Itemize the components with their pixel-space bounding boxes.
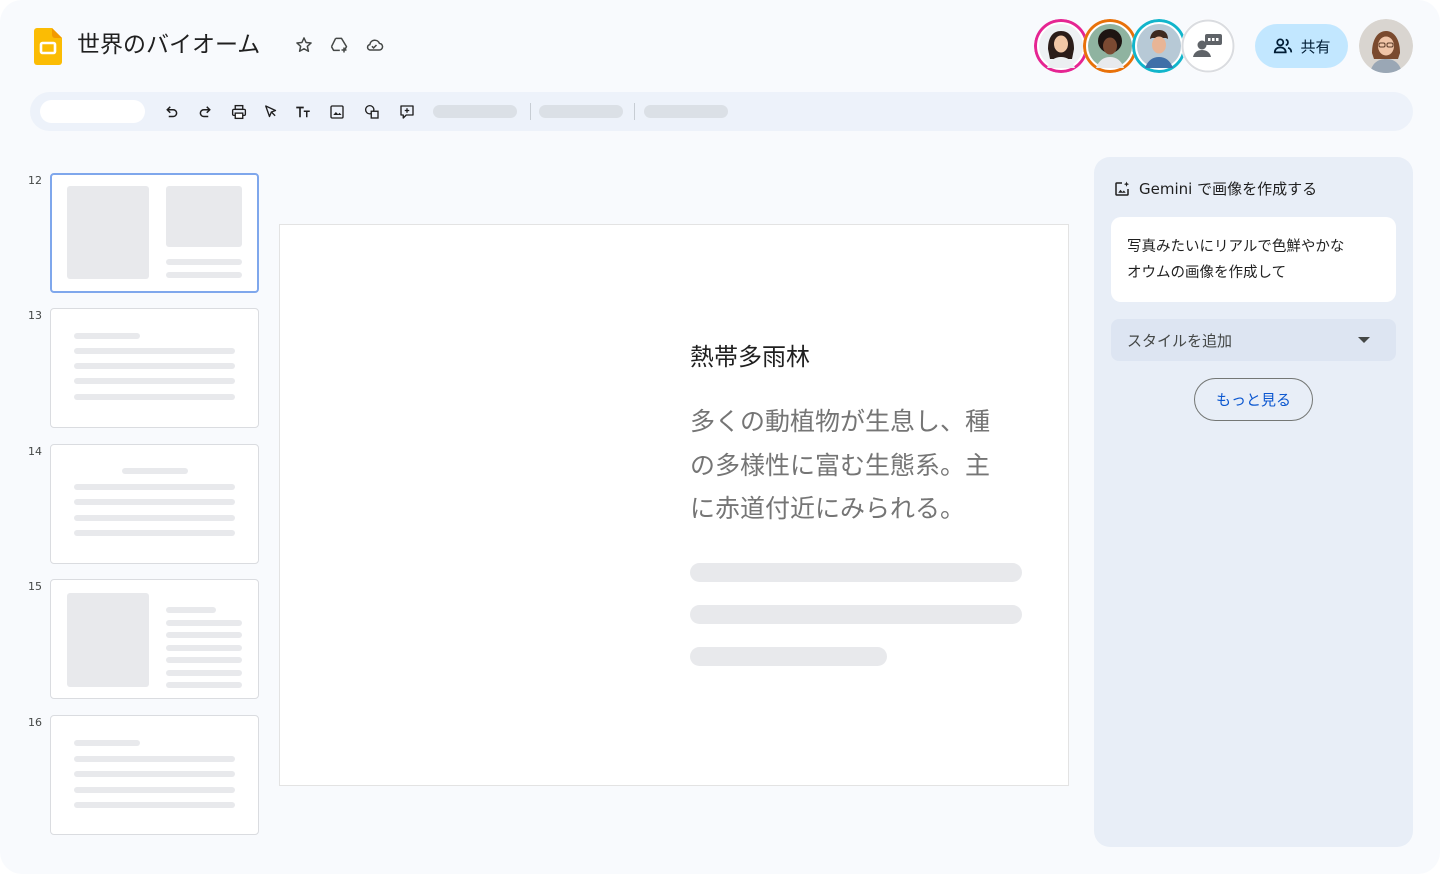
collaborator-avatar[interactable] bbox=[1083, 19, 1137, 73]
slide-canvas[interactable]: 熱帯多雨林 多くの動植物が生息し、種 の多様性に富む生態系。主 に赤道付近にみら… bbox=[279, 224, 1069, 786]
menu-search-field[interactable] bbox=[40, 100, 145, 123]
share-button[interactable]: 共有 bbox=[1255, 24, 1348, 68]
slide-body-text[interactable]: 多くの動植物が生息し、種 の多様性に富む生態系。主 に赤道付近にみられる。 bbox=[690, 400, 1030, 531]
toolbar-placeholder bbox=[539, 105, 623, 118]
user-avatar[interactable] bbox=[1359, 19, 1413, 73]
select-cursor-icon[interactable] bbox=[260, 101, 281, 122]
slide-number: 13 bbox=[28, 309, 42, 322]
slide-placeholder-line bbox=[690, 605, 1022, 624]
slide-placeholder-line bbox=[690, 647, 887, 666]
insert-image-icon[interactable] bbox=[326, 101, 347, 122]
gemini-panel-header: Gemini で画像を作成する bbox=[1113, 178, 1317, 199]
new-slide-icon[interactable] bbox=[396, 101, 417, 122]
slide-number: 15 bbox=[28, 580, 42, 593]
slide-body-line: に赤道付近にみられる。 bbox=[690, 494, 966, 523]
gemini-panel-title: Gemini で画像を作成する bbox=[1139, 180, 1318, 198]
prompt-line: 写真みたいにリアルで色鮮やかな bbox=[1127, 239, 1345, 255]
cloud-saved-icon[interactable] bbox=[363, 34, 385, 56]
style-dropdown[interactable]: スタイルを追加 bbox=[1111, 319, 1396, 361]
slides-app-window: 世界のバイオーム 共有 12 13 14 15 16 熱帯多雨林 多くの動植物が… bbox=[0, 0, 1440, 874]
prompt-line: オウムの画像を作成して bbox=[1127, 265, 1287, 281]
slide-heading[interactable]: 熱帯多雨林 bbox=[690, 341, 810, 373]
text-box-icon[interactable] bbox=[292, 101, 313, 122]
share-label: 共有 bbox=[1300, 37, 1331, 56]
document-title[interactable]: 世界のバイオーム bbox=[77, 30, 260, 60]
star-icon[interactable] bbox=[293, 34, 315, 56]
slide-thumbnail[interactable] bbox=[50, 173, 259, 293]
slides-logo-icon[interactable] bbox=[34, 28, 62, 65]
gemini-prompt-input[interactable]: 写真みたいにリアルで色鮮やかな オウムの画像を作成して bbox=[1111, 217, 1396, 302]
see-more-button[interactable]: もっと見る bbox=[1194, 378, 1313, 421]
shapes-icon[interactable] bbox=[361, 101, 382, 122]
collaborator-avatar[interactable] bbox=[1132, 19, 1186, 73]
drive-add-icon[interactable] bbox=[328, 34, 350, 56]
undo-icon[interactable] bbox=[160, 101, 181, 122]
dropdown-arrow-icon bbox=[1358, 337, 1370, 343]
slide-body-line: 多くの動植物が生息し、種 bbox=[690, 407, 991, 436]
slide-thumbnail[interactable] bbox=[50, 579, 259, 699]
toolbar-placeholder bbox=[433, 105, 517, 118]
redo-icon[interactable] bbox=[195, 101, 216, 122]
slide-number: 12 bbox=[28, 174, 42, 187]
people-icon bbox=[1274, 38, 1293, 54]
print-icon[interactable] bbox=[228, 101, 249, 122]
slide-number: 14 bbox=[28, 445, 42, 458]
image-sparkle-icon bbox=[1115, 181, 1130, 196]
toolbar-placeholder bbox=[644, 105, 728, 118]
slide-thumbnail[interactable] bbox=[50, 308, 259, 428]
slide-body-line: の多様性に富む生態系。主 bbox=[690, 450, 991, 480]
slide-thumbnail[interactable] bbox=[50, 715, 259, 835]
toolbar-separator bbox=[634, 103, 635, 120]
more-collaborators-icon[interactable] bbox=[1181, 19, 1235, 73]
collaborator-avatar[interactable] bbox=[1034, 19, 1088, 73]
gemini-side-panel: Gemini で画像を作成する 写真みたいにリアルで色鮮やかな オウムの画像を作… bbox=[1094, 157, 1413, 847]
slide-placeholder-line bbox=[690, 563, 1022, 582]
toolbar-separator bbox=[530, 103, 531, 120]
toolbar bbox=[30, 92, 1413, 131]
slide-thumbnail[interactable] bbox=[50, 444, 259, 564]
slide-number: 16 bbox=[28, 716, 42, 729]
style-dropdown-label: スタイルを追加 bbox=[1127, 331, 1233, 350]
